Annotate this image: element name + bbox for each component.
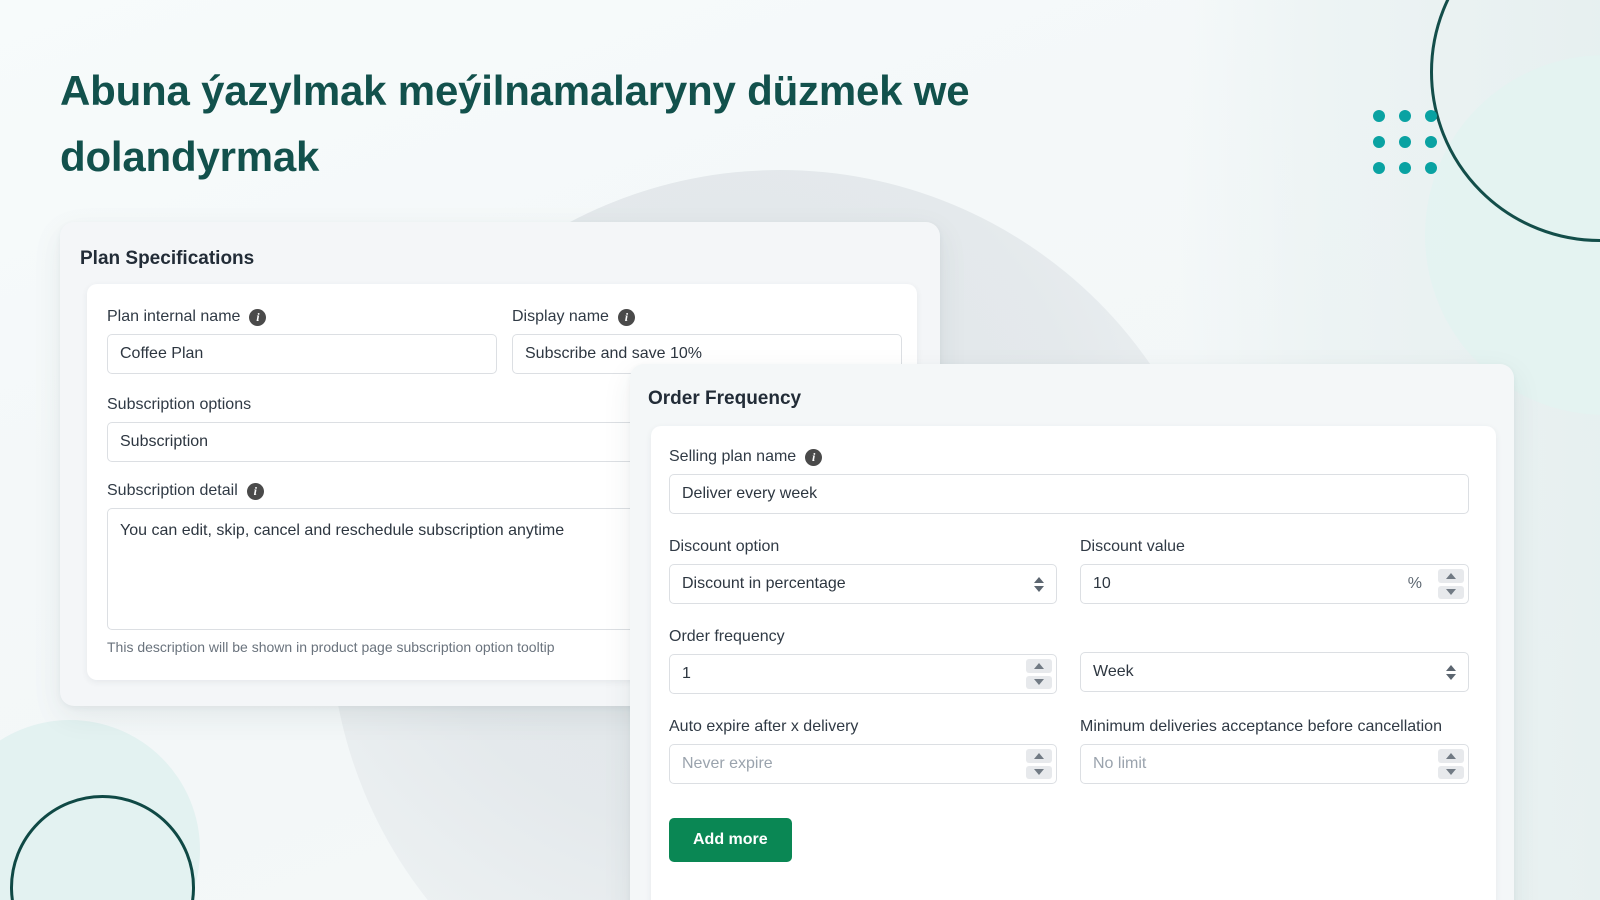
discount-option-label: Discount option	[669, 538, 1057, 556]
order-frequency-stepper[interactable]	[1026, 659, 1052, 689]
auto-expire-decrement-button[interactable]	[1026, 765, 1052, 779]
order-frequency-unit-label-spacer	[1080, 628, 1469, 644]
info-icon[interactable]: i	[246, 482, 264, 500]
discount-value-label-text: Discount value	[1080, 538, 1185, 555]
plan-internal-name-field: Plan internal name i Coffee Plan	[107, 308, 497, 374]
order-frequency-unit-select[interactable]: Week	[1080, 652, 1469, 692]
order-frequency-title: Order Frequency	[648, 388, 802, 409]
selling-plan-name-label: Selling plan name i	[669, 448, 1469, 466]
plan-internal-name-value: Coffee Plan	[120, 345, 204, 362]
minimum-deliveries-decrement-button[interactable]	[1438, 765, 1464, 779]
selling-plan-name-field: Selling plan name i Deliver every week	[669, 448, 1469, 514]
info-icon[interactable]: i	[249, 308, 267, 326]
chevron-updown-icon	[1446, 664, 1456, 680]
discount-value-stepper[interactable]	[1438, 569, 1464, 599]
minimum-deliveries-increment-button[interactable]	[1438, 749, 1464, 763]
discount-value-decrement-button[interactable]	[1438, 585, 1464, 599]
order-frequency-count-field: Order frequency 1	[669, 628, 1057, 694]
plan-internal-name-label-text: Plan internal name	[107, 308, 241, 325]
plan-internal-name-label: Plan internal name i	[107, 308, 497, 326]
order-frequency-count-value: 1	[682, 665, 691, 682]
chevron-updown-icon	[1034, 576, 1044, 592]
minimum-deliveries-input[interactable]: No limit	[1080, 744, 1469, 784]
auto-expire-placeholder: Never expire	[682, 755, 773, 772]
display-name-value: Subscribe and save 10%	[525, 345, 702, 362]
minimum-deliveries-label-text: Minimum deliveries acceptance before can…	[1080, 718, 1442, 735]
discount-value-suffix: %	[1407, 575, 1422, 592]
selling-plan-name-value: Deliver every week	[682, 485, 818, 502]
subscription-options-label-text: Subscription options	[107, 396, 252, 413]
minimum-deliveries-placeholder: No limit	[1093, 755, 1147, 772]
page-title: Abuna ýazylmak meýilnamalaryny düzmek we…	[60, 67, 970, 181]
order-frequency-card: Order Frequency Selling plan name i Deli…	[630, 364, 1514, 900]
discount-option-value: Discount in percentage	[682, 575, 846, 592]
plan-specifications-title: Plan Specifications	[80, 248, 255, 269]
display-name-label: Display name i	[512, 308, 902, 326]
auto-expire-input[interactable]: Never expire	[669, 744, 1057, 784]
auto-expire-stepper[interactable]	[1026, 749, 1052, 779]
order-frequency-unit-field: Week	[1080, 628, 1469, 692]
selling-plan-name-input[interactable]: Deliver every week	[669, 474, 1469, 514]
info-icon[interactable]: i	[617, 308, 635, 326]
discount-value-increment-button[interactable]	[1438, 569, 1464, 583]
auto-expire-label-text: Auto expire after x delivery	[669, 718, 859, 735]
auto-expire-label: Auto expire after x delivery	[669, 718, 1057, 736]
order-frequency-label: Order frequency	[669, 628, 1057, 646]
order-frequency-label-text: Order frequency	[669, 628, 785, 645]
selling-plan-name-label-text: Selling plan name	[669, 448, 797, 465]
discount-option-field: Discount option Discount in percentage	[669, 538, 1057, 604]
discount-value-label: Discount value	[1080, 538, 1469, 556]
auto-expire-field: Auto expire after x delivery Never expir…	[669, 718, 1057, 784]
discount-value-field: Discount value 10 %	[1080, 538, 1469, 604]
order-frequency-panel: Selling plan name i Deliver every week D…	[651, 426, 1496, 900]
dot-grid-3x3-icon	[1373, 110, 1437, 174]
minimum-deliveries-field: Minimum deliveries acceptance before can…	[1080, 718, 1469, 784]
discount-value-number: 10	[1093, 575, 1111, 592]
order-frequency-count-input[interactable]: 1	[669, 654, 1057, 694]
discount-value-input[interactable]: 10 %	[1080, 564, 1469, 604]
discount-option-select[interactable]: Discount in percentage	[669, 564, 1057, 604]
discount-option-label-text: Discount option	[669, 538, 780, 555]
info-icon[interactable]: i	[805, 448, 823, 466]
add-more-button[interactable]: Add more	[669, 818, 792, 862]
display-name-label-text: Display name	[512, 308, 609, 325]
plan-internal-name-input[interactable]: Coffee Plan	[107, 334, 497, 374]
auto-expire-increment-button[interactable]	[1026, 749, 1052, 763]
order-frequency-decrement-button[interactable]	[1026, 675, 1052, 689]
subscription-detail-label-text: Subscription detail	[107, 482, 238, 499]
order-frequency-unit-value: Week	[1093, 663, 1134, 680]
order-frequency-increment-button[interactable]	[1026, 659, 1052, 673]
minimum-deliveries-stepper[interactable]	[1438, 749, 1464, 779]
minimum-deliveries-label: Minimum deliveries acceptance before can…	[1080, 718, 1469, 736]
